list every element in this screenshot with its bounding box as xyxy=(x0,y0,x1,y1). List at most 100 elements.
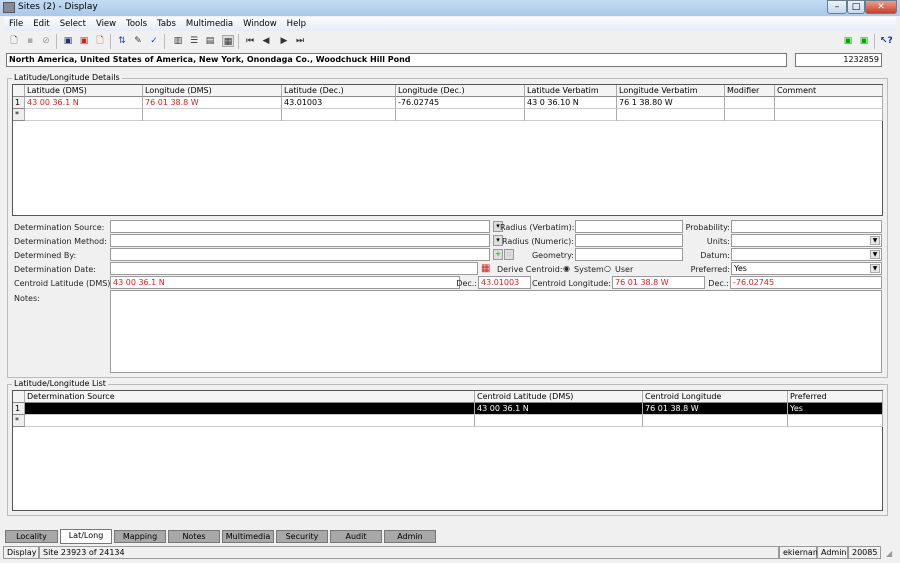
view-details-icon[interactable]: ▦ xyxy=(222,35,234,47)
row-number[interactable]: 1 xyxy=(13,97,25,109)
preferred-select[interactable]: Yes ▼ xyxy=(731,262,882,275)
new-icon[interactable]: 🗋 xyxy=(8,35,20,47)
tab-multimedia[interactable]: Multimedia xyxy=(222,530,274,543)
menu-file[interactable]: File xyxy=(4,17,28,29)
new-row-marker[interactable]: * xyxy=(13,415,25,427)
selected-row-cell[interactable]: 76 01 38.8 W xyxy=(643,403,788,415)
report-icon[interactable]: ▣ xyxy=(842,35,854,47)
tab-lat-long[interactable]: Lat/Long xyxy=(60,529,112,544)
window-title: Sites (2) - Display xyxy=(18,2,98,12)
user-radio[interactable]: ○ xyxy=(604,264,611,273)
notes-field[interactable] xyxy=(110,290,882,373)
calendar-icon[interactable]: ▦ xyxy=(481,263,490,274)
selected-row-cell[interactable] xyxy=(25,403,475,415)
new-row-marker[interactable]: * xyxy=(13,109,25,121)
table-cell[interactable]: 76 1 38.80 W xyxy=(617,97,725,109)
col-longitude-verbatim[interactable]: Longitude Verbatim xyxy=(617,85,725,97)
view-list-icon[interactable]: ☰ xyxy=(188,35,200,47)
chevron-down-icon[interactable]: ▼ xyxy=(870,264,880,273)
centroid-longitude-field[interactable]: 76 01 38.8 W xyxy=(612,276,705,289)
col-longitude-dec[interactable]: Longitude (Dec.) xyxy=(396,85,525,97)
determined-by-field[interactable] xyxy=(110,248,490,261)
determination-date-label: Determination Date: xyxy=(14,265,96,274)
context-help-icon[interactable]: ↖? xyxy=(880,35,893,47)
first-record-icon[interactable]: ⏮ xyxy=(244,35,256,47)
menu-tools[interactable]: Tools xyxy=(121,17,152,29)
status-mode: Display xyxy=(3,546,39,559)
col-latitude-dms[interactable]: Latitude (DMS) xyxy=(25,85,143,97)
determination-source-label: Determination Source: xyxy=(14,223,105,232)
notes-label: Notes: xyxy=(14,294,40,303)
menu-help[interactable]: Help xyxy=(282,17,311,29)
menu-tabs[interactable]: Tabs xyxy=(152,17,181,29)
centroid-lat-dec-label: Dec.: xyxy=(456,279,477,288)
determination-source-field[interactable] xyxy=(110,220,490,233)
table-cell[interactable] xyxy=(725,97,775,109)
delete-record-icon[interactable]: ▣ xyxy=(78,35,90,47)
col-latitude-verbatim[interactable]: Latitude Verbatim xyxy=(525,85,617,97)
app-window: Sites (2) - Display – □ ✕ File Edit Select… xyxy=(0,0,900,563)
tab-security[interactable]: Security xyxy=(276,530,328,543)
menu-window[interactable]: Window xyxy=(238,17,282,29)
tab-locality[interactable]: Locality xyxy=(5,530,58,543)
table-cell[interactable]: 43 0 36.10 N xyxy=(525,97,617,109)
col-comment[interactable]: Comment xyxy=(775,85,883,97)
col-centroid-latitude[interactable]: Centroid Latitude (DMS) xyxy=(475,391,643,403)
table-cell[interactable] xyxy=(775,97,883,109)
col-determination-source[interactable]: Determination Source xyxy=(25,391,475,403)
last-record-icon[interactable]: ⏭ xyxy=(294,35,306,47)
sort-icon[interactable]: ⇅ xyxy=(116,35,128,47)
maximize-button[interactable]: □ xyxy=(847,0,865,14)
centroid-lat-dec-field[interactable]: 43.01003 xyxy=(478,276,531,289)
tab-notes[interactable]: Notes xyxy=(168,530,220,543)
menu-multimedia[interactable]: Multimedia xyxy=(181,17,238,29)
table-cell[interactable]: 76 01 38.8 W xyxy=(143,97,282,109)
table-cell[interactable]: 43 00 36.1 N xyxy=(25,97,143,109)
report-alt-icon[interactable]: ▣ xyxy=(858,35,870,47)
col-longitude-dms[interactable]: Longitude (DMS) xyxy=(143,85,282,97)
table-cell[interactable]: -76.02745 xyxy=(396,97,525,109)
row-number[interactable]: 1 xyxy=(13,403,25,415)
centroid-latitude-field[interactable]: 43 00 36.1 N xyxy=(110,276,460,289)
edit-icon[interactable]: ✎ xyxy=(132,35,144,47)
units-select[interactable]: ▼ xyxy=(731,234,882,247)
title-bar: Sites (2) - Display – □ ✕ xyxy=(0,0,900,16)
chevron-down-icon[interactable]: ▼ xyxy=(870,250,880,259)
resize-grip-icon[interactable]: ◢ xyxy=(886,549,892,558)
tab-mapping[interactable]: Mapping xyxy=(114,530,166,543)
spellcheck-icon[interactable]: ✓ xyxy=(148,35,160,47)
table-cell[interactable]: 43.01003 xyxy=(282,97,396,109)
determination-method-field[interactable] xyxy=(110,234,490,247)
cancel-icon[interactable]: ⊘ xyxy=(40,35,52,47)
menu-select[interactable]: Select xyxy=(55,17,91,29)
tab-audit[interactable]: Audit xyxy=(330,530,382,543)
centroid-long-dec-field[interactable]: -76.02745 xyxy=(730,276,882,289)
chevron-down-icon[interactable]: ▼ xyxy=(870,236,880,245)
remove-record-icon[interactable]: 🗋 xyxy=(94,35,106,47)
previous-record-icon[interactable]: ◀ xyxy=(260,35,272,47)
datum-select[interactable]: ▼ xyxy=(731,248,882,261)
minimize-button[interactable]: – xyxy=(827,0,847,14)
next-record-icon[interactable]: ▶ xyxy=(278,35,290,47)
selected-row-cell[interactable]: 43 00 36.1 N xyxy=(475,403,643,415)
tab-admin[interactable]: Admin xyxy=(384,530,436,543)
view-page-icon[interactable]: ▤ xyxy=(204,35,216,47)
system-radio[interactable]: ◉ xyxy=(563,264,570,273)
copy-record-icon[interactable]: ▣ xyxy=(62,35,74,47)
determination-date-field[interactable] xyxy=(110,262,478,275)
details-group-label: Latitude/Longitude Details xyxy=(12,73,122,82)
col-centroid-longitude[interactable]: Centroid Longitude xyxy=(643,391,788,403)
list-grid: Determination Source Centroid Latitude (… xyxy=(12,390,883,511)
col-preferred[interactable]: Preferred xyxy=(788,391,883,403)
col-latitude-dec[interactable]: Latitude (Dec.) xyxy=(282,85,396,97)
toolbar: 🗋 ▪ ⊘ ▣ ▣ 🗋 ⇅ ✎ ✓ ▥ ☰ ▤ ▦ ⏮ ◀ ▶ ⏭ ▣ ▣ ↖? xyxy=(4,33,896,50)
menu-edit[interactable]: Edit xyxy=(28,17,54,29)
menu-view[interactable]: View xyxy=(91,17,121,29)
save-icon[interactable]: ▪ xyxy=(24,35,36,47)
close-button[interactable]: ✕ xyxy=(865,0,897,14)
probability-field[interactable] xyxy=(731,220,882,233)
col-modifier[interactable]: Modifier xyxy=(725,85,775,97)
view-form-icon[interactable]: ▥ xyxy=(172,35,184,47)
selected-row-cell[interactable]: Yes xyxy=(788,403,883,415)
app-icon xyxy=(3,2,15,13)
